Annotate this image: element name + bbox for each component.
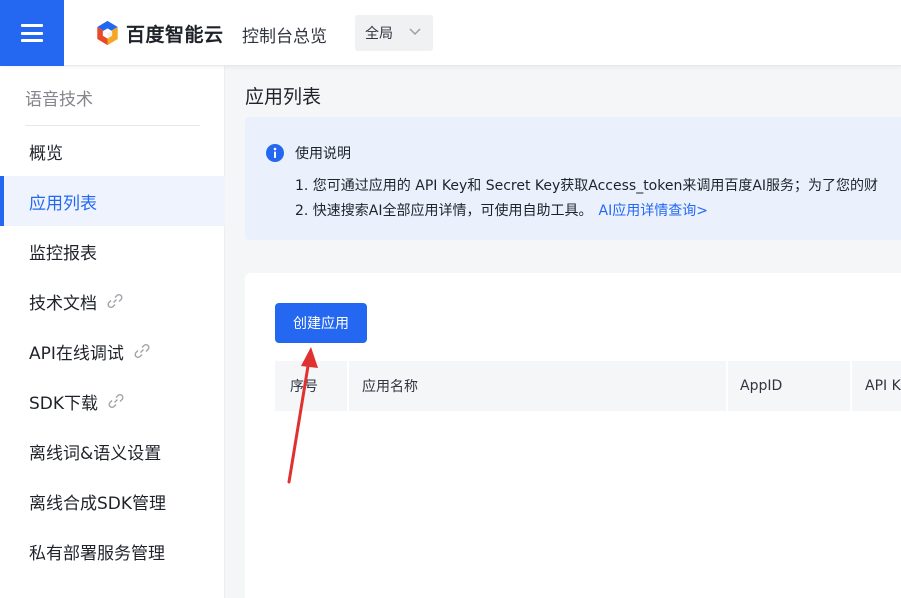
sidebar-item-tech-docs[interactable]: 技术文档 — [0, 276, 225, 326]
brand-name: 百度智能云 — [126, 23, 224, 46]
sidebar-item-app-list[interactable]: 应用列表 — [0, 176, 225, 226]
sidebar-item-monitoring-report[interactable]: 监控报表 — [0, 226, 225, 276]
sidebar-item-label: 离线合成SDK管理 — [29, 493, 167, 514]
region-select[interactable]: 全局 — [355, 15, 433, 51]
sidebar-item-label: 应用列表 — [29, 193, 97, 214]
sidebar-item-label: 离线词&语义设置 — [29, 443, 162, 464]
sidebar-section-title: 语音技术 — [25, 90, 93, 110]
notice-line-2: 2. 快速搜索AI全部应用详情，可使用自助工具。 AI应用详情查询> — [295, 200, 708, 220]
info-icon — [266, 144, 284, 162]
sidebar-item-label: 私有部署服务管理 — [29, 543, 165, 564]
column-header-api-key: API Key — [865, 378, 901, 394]
menu-toggle-button[interactable] — [0, 0, 64, 66]
brand-logo[interactable]: 百度智能云 — [95, 19, 224, 47]
sidebar-item-private-deployment[interactable]: 私有部署服务管理 — [0, 526, 225, 576]
sidebar-item-label: API在线调试 — [29, 343, 124, 364]
usage-notice: 使用说明 1. 您可通过应用的 API Key和 Secret Key获取Acc… — [245, 117, 901, 240]
sidebar-item-api-debug[interactable]: API在线调试 — [0, 326, 225, 376]
sidebar-item-label: 技术文档 — [29, 293, 97, 314]
link-icon — [134, 343, 150, 359]
column-divider — [850, 361, 852, 411]
region-value: 全局 — [365, 26, 393, 42]
column-divider — [347, 361, 349, 411]
console-overview-link[interactable]: 控制台总览 — [242, 22, 327, 47]
create-app-button[interactable]: 创建应用 — [275, 303, 367, 343]
column-header-appid: AppID — [740, 378, 783, 394]
chevron-down-icon — [409, 28, 421, 36]
ai-app-detail-query-link[interactable]: AI应用详情查询> — [599, 203, 708, 219]
sidebar-item-sdk-download[interactable]: SDK下载 — [0, 376, 225, 426]
notice-line-1: 1. 您可通过应用的 API Key和 Secret Key获取Access_t… — [295, 178, 879, 194]
sidebar-item-offline-words[interactable]: 离线词&语义设置 — [0, 426, 225, 476]
sidebar-item-label: 监控报表 — [29, 243, 97, 264]
sidebar: 语音技术 概览 应用列表 监控报表 技术文档 API在线调试 SDK下载 离线词… — [0, 66, 225, 598]
column-divider — [726, 361, 728, 411]
page-title: 应用列表 — [245, 86, 322, 108]
link-icon — [107, 293, 123, 309]
link-icon — [108, 393, 124, 409]
sidebar-item-offline-tts-sdk[interactable]: 离线合成SDK管理 — [0, 476, 225, 526]
sidebar-item-overview[interactable]: 概览 — [0, 126, 225, 176]
top-bar: 百度智能云 控制台总览 全局 — [0, 0, 901, 66]
notice-line-2-text: 2. 快速搜索AI全部应用详情，可使用自助工具。 — [295, 203, 593, 219]
table-header: 序号 应用名称 AppID API Key — [275, 361, 901, 411]
sidebar-item-label: SDK下载 — [29, 393, 99, 414]
hamburger-icon — [21, 24, 43, 42]
column-header-index: 序号 — [290, 379, 318, 395]
sidebar-item-label: 概览 — [29, 143, 63, 164]
baidu-cloud-logo-icon — [97, 20, 118, 46]
notice-title: 使用说明 — [295, 146, 351, 162]
column-header-app-name: 应用名称 — [362, 379, 418, 395]
